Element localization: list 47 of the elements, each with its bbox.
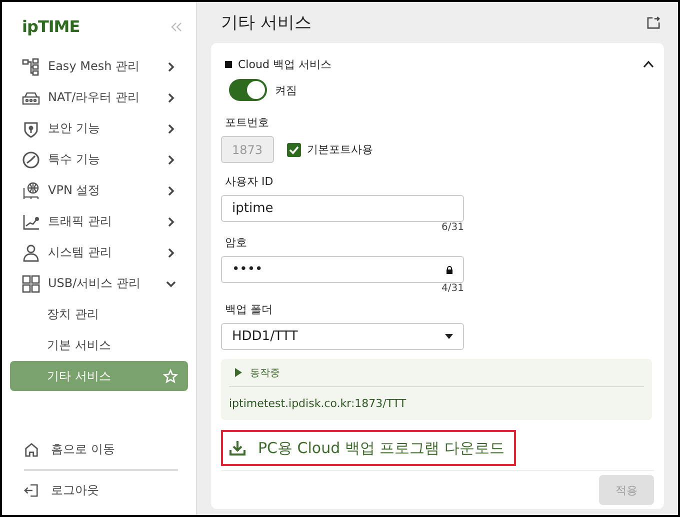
- nav-item[interactable]: 특수 기능: [2, 144, 196, 175]
- chart-icon: [22, 212, 40, 230]
- nav-item[interactable]: 홈으로 이동: [2, 433, 196, 466]
- status-url: iptimetest.ipdisk.co.kr:1873/TTT: [229, 397, 406, 410]
- chevron-icon[interactable]: [643, 60, 654, 68]
- nav-subitem[interactable]: 장치 관리: [10, 299, 188, 330]
- person-icon: [22, 244, 40, 262]
- nav-item[interactable]: NAT/라우터 관리: [2, 82, 196, 113]
- bullet-icon: [225, 60, 232, 68]
- nav-item[interactable]: USB/서비스 관리: [2, 268, 196, 299]
- gauge-icon: [22, 150, 40, 168]
- dropdown-arrow-icon: [445, 334, 453, 339]
- nav-item[interactable]: Easy Mesh 관리: [2, 51, 196, 82]
- char-counter: 4/31: [442, 283, 464, 294]
- grid-icon: [22, 274, 40, 292]
- nav-subitem[interactable]: 기본 서비스: [10, 330, 188, 361]
- page-title: 기타 서비스: [221, 12, 312, 34]
- password-field[interactable]: ••••: [221, 256, 464, 283]
- section-title: Cloud 백업 서비스: [238, 56, 332, 72]
- download-link[interactable]: PC용 Cloud 백업 프로그램 다운로드: [221, 430, 516, 466]
- status-text: 동작중: [250, 366, 280, 380]
- hierarchy-icon: [22, 58, 40, 76]
- input-field[interactable]: iptime: [221, 195, 464, 222]
- checkbox-label: 기본포트사용: [307, 142, 373, 157]
- folder-dropdown[interactable]: HDD1/TTT: [221, 323, 464, 350]
- logo: ipTIME: [22, 17, 80, 36]
- lock-icon: [446, 266, 453, 274]
- field-label: 암호: [225, 235, 247, 250]
- home-icon: [24, 442, 39, 457]
- globe-network-icon: [22, 182, 40, 200]
- toggle-label: 켜짐: [275, 82, 297, 98]
- nav-item[interactable]: 트래픽 관리: [2, 206, 196, 237]
- toggle-switch[interactable]: [229, 79, 267, 101]
- nav-item[interactable]: VPN 설정: [2, 175, 196, 206]
- export-icon[interactable]: [647, 16, 660, 29]
- shield-icon: [22, 120, 40, 138]
- star-icon[interactable]: [163, 368, 178, 384]
- logout-icon: [24, 483, 39, 498]
- field-label: 백업 폴더: [225, 302, 272, 317]
- download-icon: [229, 440, 246, 456]
- field-label: 사용자 ID: [225, 174, 274, 189]
- nav-item[interactable]: 보안 기능: [2, 113, 196, 144]
- field-label: 포트번호: [225, 115, 269, 130]
- nav-item[interactable]: 시스템 관리: [2, 237, 196, 268]
- nav-item[interactable]: 로그아웃: [2, 474, 196, 507]
- char-counter: 6/31: [442, 222, 464, 233]
- play-icon: [235, 368, 242, 377]
